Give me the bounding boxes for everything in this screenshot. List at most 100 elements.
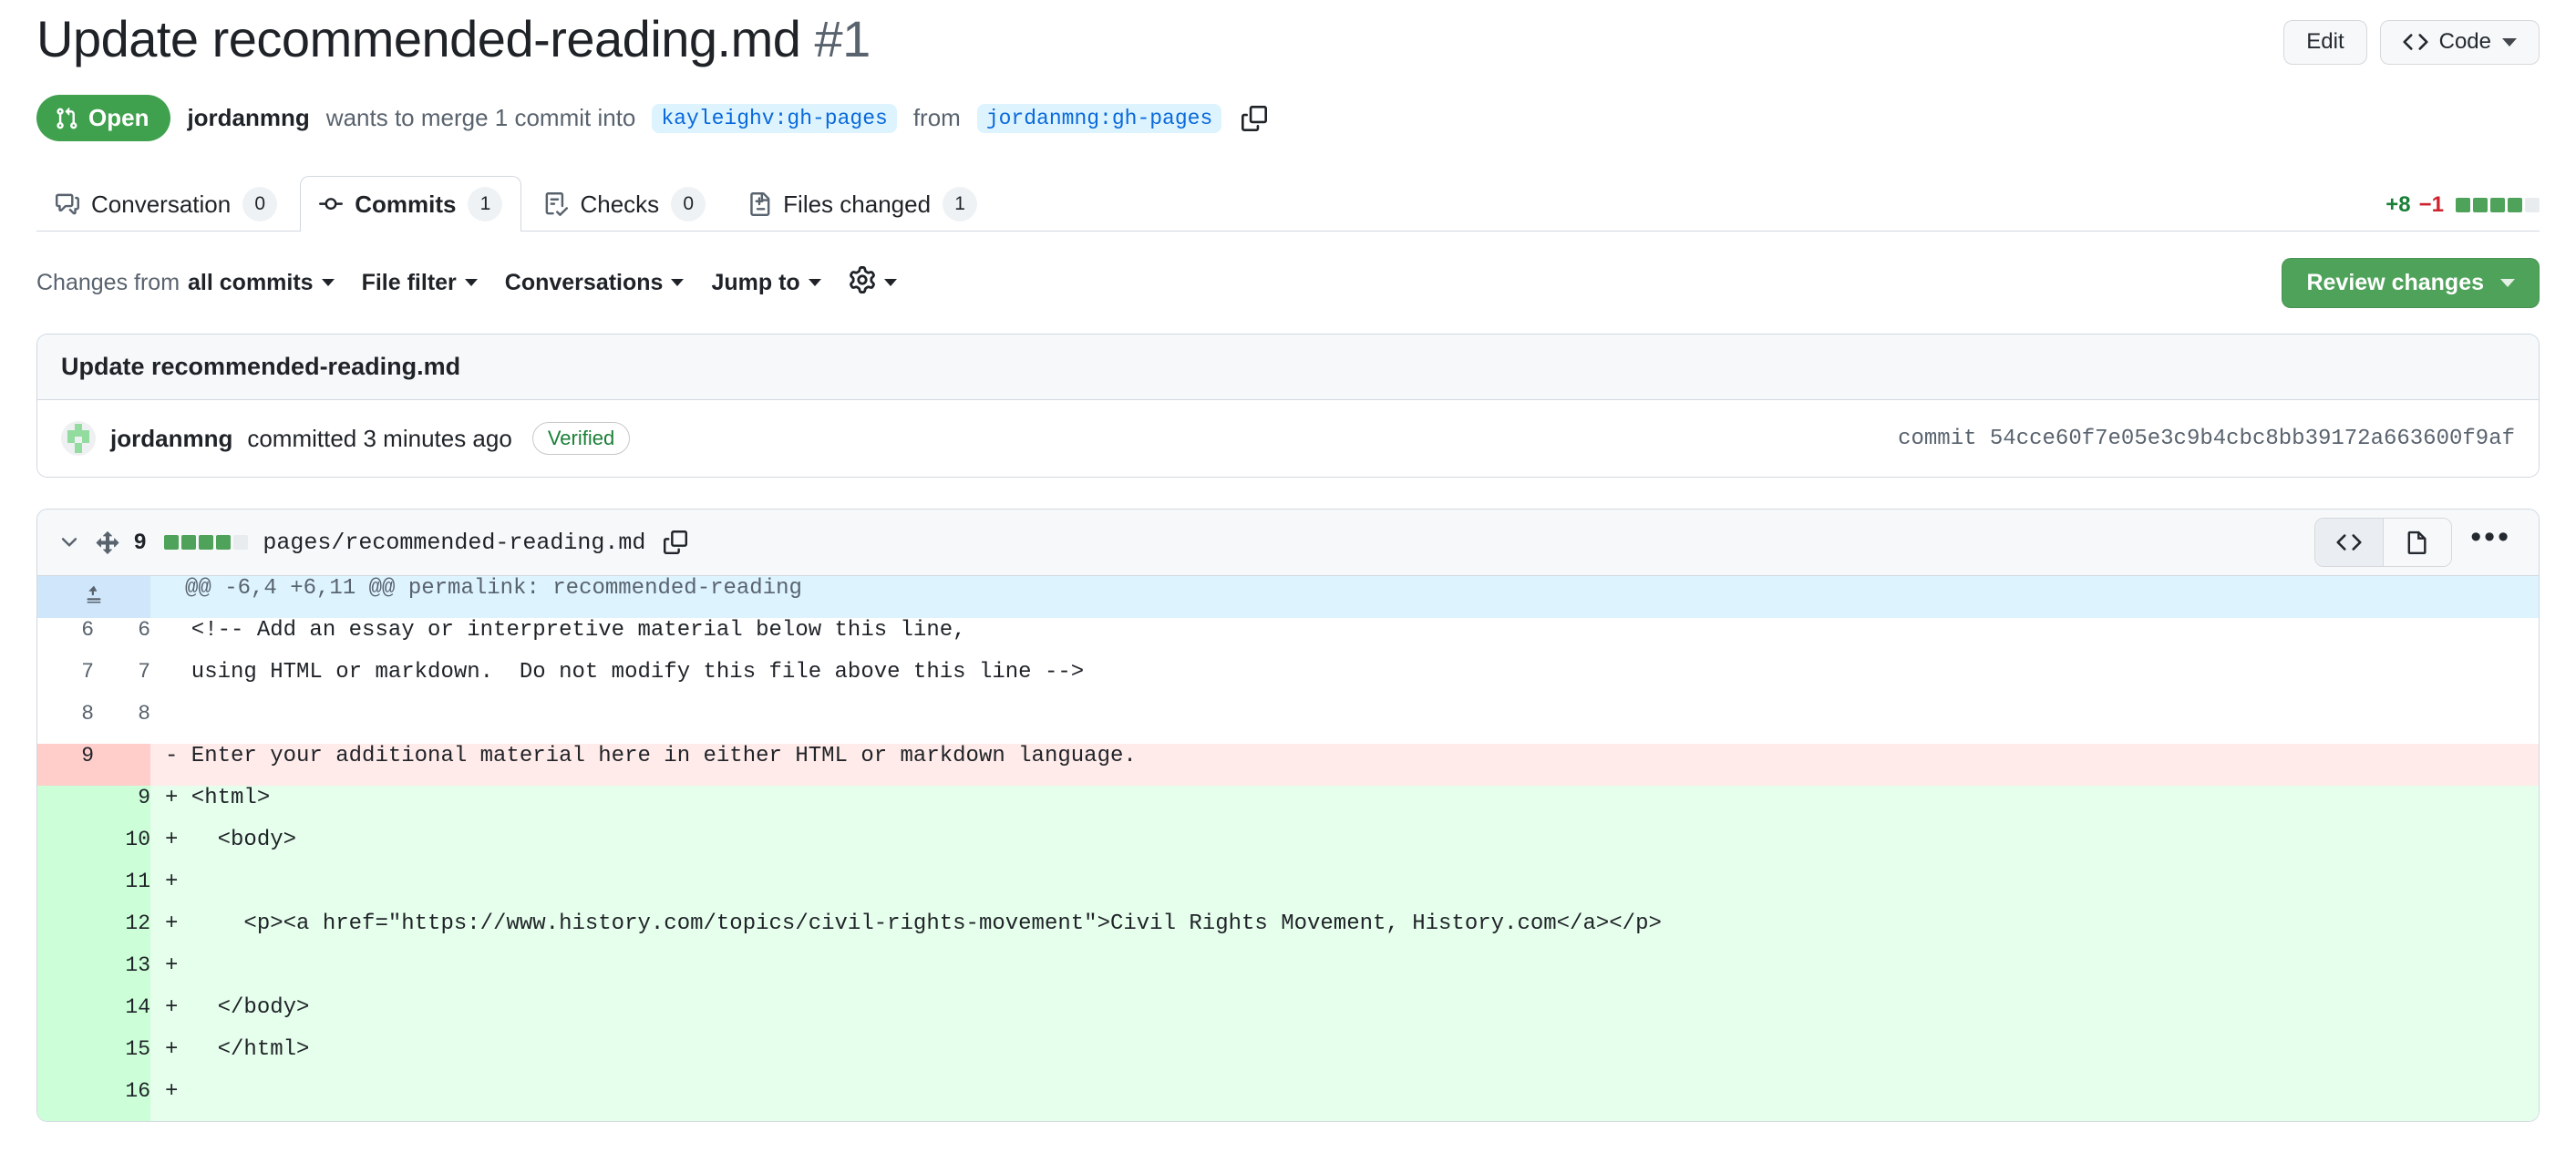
commit-card: Update recommended-reading.md jordanmng … bbox=[36, 334, 2540, 478]
diff-row-addition: 9 + <html> bbox=[37, 786, 2539, 828]
pull-request-icon bbox=[57, 107, 77, 129]
gear-icon bbox=[849, 265, 876, 300]
checklist-icon bbox=[544, 192, 569, 216]
tab-conversation-label: Conversation bbox=[91, 190, 232, 218]
changes-from-prefix: Changes from bbox=[36, 269, 180, 295]
line-number-old bbox=[37, 1037, 94, 1079]
changes-from-dropdown[interactable]: Changes from all commits bbox=[36, 270, 335, 296]
diff-row-addition: 15 + </html> bbox=[37, 1037, 2539, 1079]
pr-title-text: Update recommended-reading.md bbox=[36, 10, 801, 67]
diff-line-code[interactable]: + <html> bbox=[150, 786, 2539, 828]
diff-toolbar: Changes from all commits File filter Con… bbox=[36, 255, 2540, 310]
diff-line-code[interactable]: - Enter your additional material here in… bbox=[150, 744, 2539, 786]
line-number-old bbox=[37, 870, 94, 911]
conversations-dropdown[interactable]: Conversations bbox=[505, 270, 685, 296]
chevron-down-icon bbox=[671, 279, 685, 286]
line-number-new: 11 bbox=[94, 870, 150, 911]
line-number-old bbox=[37, 911, 94, 953]
verified-badge[interactable]: Verified bbox=[531, 422, 631, 455]
diff-row-addition: 14 + </body> bbox=[37, 995, 2539, 1037]
line-number-new: 15 bbox=[94, 1037, 150, 1079]
code-view-icon[interactable] bbox=[2315, 519, 2384, 566]
file-filter-label: File filter bbox=[361, 269, 457, 295]
conversations-label: Conversations bbox=[504, 269, 664, 295]
pr-author-link[interactable]: jordanmng bbox=[187, 104, 309, 132]
diffstat-deletions: −1 bbox=[2418, 192, 2444, 217]
commit-meta-row: jordanmng committed 3 minutes ago Verifi… bbox=[37, 400, 2539, 477]
kebab-menu-icon[interactable]: ••• bbox=[2470, 521, 2519, 563]
commit-sha-label: commit bbox=[1898, 426, 1977, 451]
line-number-new: 10 bbox=[94, 828, 150, 870]
tab-files-changed-label: Files changed bbox=[783, 190, 932, 218]
file-filter-dropdown[interactable]: File filter bbox=[362, 270, 478, 296]
file-path[interactable]: pages/recommended-reading.md bbox=[263, 530, 645, 556]
diff-line-code[interactable]: + bbox=[150, 1079, 2539, 1121]
line-number-old: 8 bbox=[37, 702, 94, 744]
pull-request-page: Update recommended-reading.md #1 Edit Co… bbox=[0, 0, 2576, 1174]
commit-author-name[interactable]: jordanmng bbox=[110, 425, 232, 453]
line-number-new: 14 bbox=[94, 995, 150, 1037]
diff-line-code[interactable]: + <body> bbox=[150, 828, 2539, 870]
file-diff-card: 9 pages/recommended-reading.md ••• @@ -6… bbox=[36, 509, 2540, 1122]
diff-line-code[interactable] bbox=[150, 702, 2539, 744]
commit-message[interactable]: Update recommended-reading.md bbox=[37, 335, 2539, 400]
diff-row-addition: 10 + <body> bbox=[37, 828, 2539, 870]
changes-from-value: all commits bbox=[188, 269, 314, 295]
chevron-down-icon bbox=[2500, 278, 2515, 287]
diff-line-code[interactable]: using HTML or markdown. Do not modify th… bbox=[150, 660, 2539, 702]
chevron-down-icon bbox=[883, 279, 897, 286]
commit-author-block: jordanmng committed 3 minutes ago Verifi… bbox=[61, 421, 631, 456]
diff-line-code[interactable]: + <p><a href="https://www.history.com/to… bbox=[150, 911, 2539, 953]
tab-files-changed[interactable]: Files changed 1 bbox=[728, 176, 996, 232]
diff-line-code[interactable]: + </body> bbox=[150, 995, 2539, 1037]
line-number-old: 7 bbox=[37, 660, 94, 702]
line-number-new: 6 bbox=[94, 618, 150, 660]
base-branch-chip[interactable]: kayleighv:gh-pages bbox=[652, 103, 897, 133]
edit-button-label: Edit bbox=[2306, 29, 2344, 54]
file-view-icon[interactable] bbox=[2383, 519, 2452, 566]
file-diff-header: 9 pages/recommended-reading.md ••• bbox=[37, 510, 2539, 576]
diffstat-additions: +8 bbox=[2385, 192, 2411, 217]
diffstat: +8 −1 bbox=[2385, 192, 2540, 231]
tab-commits-label: Commits bbox=[355, 190, 457, 218]
line-number-new bbox=[94, 744, 150, 786]
diff-row-context: 6 6 <!-- Add an essay or interpretive ma… bbox=[37, 618, 2539, 660]
commit-icon bbox=[319, 192, 344, 216]
copy-branch-icon[interactable] bbox=[1242, 105, 1268, 131]
pr-number: #1 bbox=[814, 10, 871, 67]
tab-conversation[interactable]: Conversation 0 bbox=[36, 176, 296, 232]
tab-checks[interactable]: Checks 0 bbox=[525, 176, 725, 232]
diff-row-addition: 12 + <p><a href="https://www.history.com… bbox=[37, 911, 2539, 953]
jump-to-dropdown[interactable]: Jump to bbox=[711, 269, 821, 296]
diff-line-code[interactable]: + </html> bbox=[150, 1037, 2539, 1079]
diff-row-context: 8 8 bbox=[37, 702, 2539, 744]
diff-settings-dropdown[interactable] bbox=[849, 265, 897, 300]
diff-row-addition: 11 + bbox=[37, 870, 2539, 911]
code-button-label: Code bbox=[2438, 29, 2491, 54]
copy-path-icon[interactable] bbox=[664, 530, 688, 554]
code-button[interactable]: Code bbox=[2379, 20, 2540, 65]
edit-button[interactable]: Edit bbox=[2283, 20, 2367, 65]
diffstat-blocks bbox=[2456, 198, 2540, 212]
line-number-old: 6 bbox=[37, 618, 94, 660]
file-diffstat-blocks bbox=[164, 535, 249, 550]
tab-commits[interactable]: Commits 1 bbox=[300, 176, 522, 232]
comment-icon bbox=[56, 192, 79, 216]
diff-row-context: 7 7 using HTML or markdown. Do not modif… bbox=[37, 660, 2539, 702]
chevron-down-icon[interactable] bbox=[57, 530, 81, 554]
jump-to-label: Jump to bbox=[711, 269, 800, 295]
page-title: Update recommended-reading.md #1 bbox=[36, 7, 871, 71]
diff-body: @@ -6,4 +6,11 @@ permalink: recommended-… bbox=[37, 576, 2539, 1121]
line-number-old bbox=[37, 1079, 94, 1121]
line-number-old bbox=[37, 953, 94, 995]
commit-sha-value[interactable]: 54cce60f7e05e3c9b4cbc8bb39172a663600f9af bbox=[1990, 427, 2515, 451]
expand-collapse-icon[interactable] bbox=[96, 530, 119, 554]
file-diff-header-left: 9 pages/recommended-reading.md bbox=[57, 530, 688, 556]
diff-line-code[interactable]: <!-- Add an essay or interpretive materi… bbox=[150, 618, 2539, 660]
head-branch-chip[interactable]: jordanmng:gh-pages bbox=[976, 103, 1222, 133]
expand-hunk-button[interactable] bbox=[37, 576, 150, 618]
diff-line-code[interactable]: + bbox=[150, 953, 2539, 995]
diff-line-code[interactable]: + bbox=[150, 870, 2539, 911]
review-changes-button[interactable]: Review changes bbox=[2282, 257, 2540, 308]
line-number-new: 13 bbox=[94, 953, 150, 995]
